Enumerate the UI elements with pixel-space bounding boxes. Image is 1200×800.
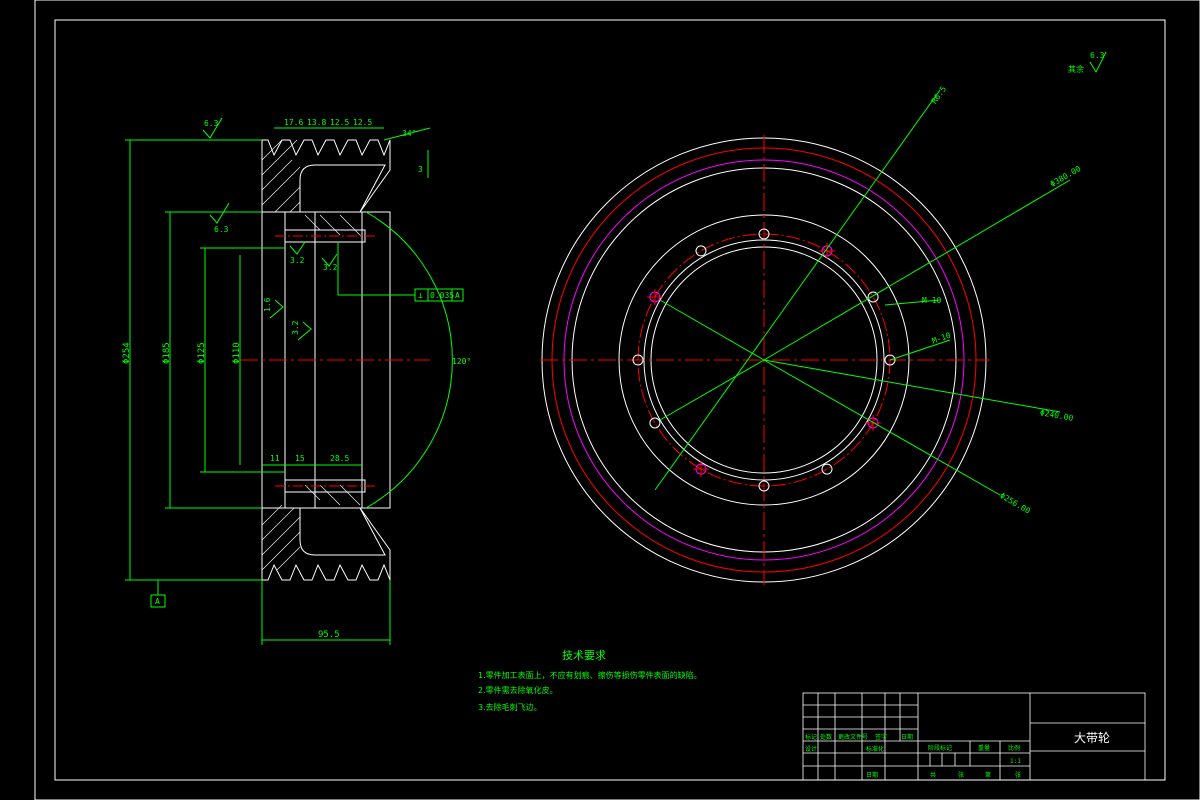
tb-row-b-1: 设计 bbox=[805, 745, 817, 753]
cad-drawing-canvas: 17.6 13.8 12.5 12.5 34° 3 6.3 6.3 3.2 3.… bbox=[34, 0, 1200, 800]
tb-approved: 日期 bbox=[866, 771, 878, 779]
rough-inner-a: 1.6 bbox=[263, 297, 272, 312]
rough-bore-a: 3.2 bbox=[290, 256, 305, 265]
rough-top-left: 6.3 bbox=[204, 119, 219, 128]
dim-top-1: 17.6 bbox=[284, 118, 303, 127]
section-view: 17.6 13.8 12.5 12.5 34° 3 6.3 6.3 3.2 3.… bbox=[122, 117, 471, 645]
leader-3 bbox=[763, 359, 1061, 413]
notes-heading: 技术要求 bbox=[562, 649, 606, 662]
rv-dim-4: M-10 bbox=[931, 331, 952, 346]
tb-mid-3: 比例 bbox=[1008, 744, 1020, 752]
technical-notes: 技术要求 1.零件加工表面上，不应有划痕、擦伤等损伤零件表面的缺陷。 2.零件需… bbox=[478, 649, 702, 712]
rv-dim-5: Φ240.00 bbox=[1039, 408, 1074, 423]
tb-bottom-4: 张 bbox=[1015, 771, 1021, 779]
dim-dia-4: Φ110 bbox=[232, 342, 242, 364]
dim-dia-3: Φ125 bbox=[197, 342, 207, 364]
rough-corner-label: 其余 bbox=[1068, 64, 1084, 74]
rim-bottom-section bbox=[261, 507, 391, 581]
tb-scale: 1:1 bbox=[1010, 758, 1021, 765]
rv-dim-1: R6.5 bbox=[930, 84, 949, 105]
tol-value: 0.035 bbox=[430, 291, 454, 300]
rough-mark-bore-a bbox=[289, 241, 306, 255]
tol-symbol: ⊥ bbox=[418, 291, 423, 300]
tb-bottom-1: 共 bbox=[930, 771, 936, 779]
leader-5 bbox=[659, 299, 765, 361]
dim-bottom-3: 28.5 bbox=[330, 454, 349, 463]
tol-ref: A bbox=[455, 291, 460, 300]
dim-bottom-2: 15 bbox=[295, 454, 305, 463]
rough-bore-b: 3.2 bbox=[323, 263, 338, 272]
dim-dia-outer: Φ254 bbox=[122, 342, 132, 364]
tb-row-a-5: 日期 bbox=[901, 733, 913, 741]
dim-top-2: 13.8 bbox=[307, 118, 326, 127]
dim-right-small: 3 bbox=[418, 165, 423, 174]
tb-row-a-4: 签字 bbox=[875, 733, 887, 741]
bolt-hole bbox=[695, 245, 707, 257]
notes-line-3: 3.去除毛刺飞边。 bbox=[478, 702, 542, 712]
tb-mid-1: 阶段标记 bbox=[928, 744, 952, 752]
tb-row-b-2: 标准化 bbox=[866, 745, 884, 753]
dim-top-4: 12.5 bbox=[353, 118, 372, 127]
tb-row-a-1: 标记 bbox=[805, 733, 817, 741]
leader-1 bbox=[654, 89, 941, 491]
rough-mark-hub bbox=[209, 202, 230, 224]
tb-bottom-2: 张 bbox=[958, 771, 964, 779]
rough-corner-value: 6.3 bbox=[1090, 51, 1105, 60]
rv-dim-2: Φ380.00 bbox=[1049, 164, 1083, 189]
leader-6 bbox=[659, 359, 765, 421]
dim-top-3: 12.5 bbox=[330, 118, 349, 127]
datum-letter: A bbox=[155, 597, 160, 606]
notes-line-2: 2.零件需去除氧化皮。 bbox=[478, 685, 558, 695]
dim-arc-angle: 120° bbox=[452, 357, 471, 366]
dim-angle-top: 34° bbox=[402, 129, 416, 138]
dim-bottom-1: 11 bbox=[270, 454, 280, 463]
bolt-hole bbox=[821, 463, 833, 475]
dim-dia-2: Φ185 bbox=[162, 342, 172, 364]
front-view: R6.5 Φ380.00 M-10 M-10 Φ240.00 Φ256.00 其… bbox=[540, 51, 1107, 585]
rough-inner-b: 3.2 bbox=[291, 320, 300, 335]
rim-top-section bbox=[261, 139, 391, 213]
tb-row-a-3: 更改文件号 bbox=[838, 733, 868, 741]
leader-2 bbox=[763, 179, 1071, 361]
rv-dim-3: M-10 bbox=[922, 296, 941, 305]
hatch-lines bbox=[261, 139, 363, 571]
inner-frame bbox=[54, 19, 1166, 781]
notes-line-1: 1.零件加工表面上，不应有划痕、擦伤等损伤零件表面的缺陷。 bbox=[478, 670, 702, 680]
tb-row-a-2: 处数 bbox=[820, 733, 832, 741]
tb-mid-2: 重量 bbox=[978, 744, 990, 752]
dim-width: 95.5 bbox=[318, 630, 340, 640]
rough-hub: 6.3 bbox=[214, 225, 229, 234]
tb-bottom-3: 第 bbox=[985, 771, 991, 779]
rv-dim-6: Φ256.00 bbox=[998, 491, 1032, 516]
bolt-hole bbox=[649, 417, 661, 429]
tb-drawing-title: 大带轮 bbox=[1074, 731, 1110, 745]
